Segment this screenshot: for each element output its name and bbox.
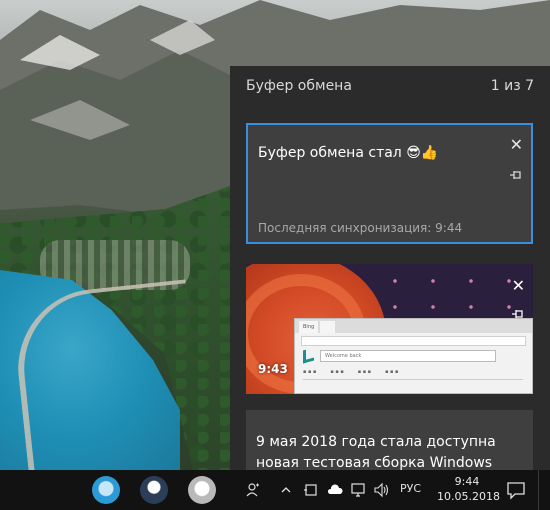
bing-menu-item: ▪ ▪ ▪ xyxy=(357,369,372,375)
clipboard-item-text-content: 9 мая 2018 года стала доступна новая тес… xyxy=(256,434,496,470)
close-icon[interactable]: ✕ xyxy=(512,278,525,294)
clipboard-header: Буфер обмена 1 из 7 xyxy=(230,66,550,108)
clipboard-counter: 1 из 7 xyxy=(490,78,534,94)
browser-address-bar xyxy=(301,336,526,346)
bing-divider xyxy=(303,379,523,380)
notification-icon[interactable] xyxy=(505,480,527,500)
clipboard-item-text[interactable]: 9 мая 2018 года стала доступна новая тес… xyxy=(246,410,533,470)
clipboard-sync-label: Последняя синхронизация: 9:44 xyxy=(258,221,463,235)
show-desktop-strip[interactable] xyxy=(538,470,539,510)
browser-tabs: Bing xyxy=(295,319,532,333)
bing-logo xyxy=(303,347,314,364)
clipboard-item-text[interactable]: Буфер обмена стал 😎👍 ✕ Последняя синхрон… xyxy=(246,123,533,244)
browser-tab: Bing xyxy=(299,321,319,333)
language-indicator[interactable]: РУС xyxy=(400,482,421,495)
people-icon[interactable] xyxy=(244,481,262,499)
pin-icon[interactable] xyxy=(509,169,523,181)
taskbar-app-icon[interactable] xyxy=(140,476,168,504)
bing-row: Welcome back xyxy=(303,347,496,364)
taskbar: РУС 9:44 10.05.2018 xyxy=(0,470,550,510)
taskbar-app-icon[interactable] xyxy=(92,476,120,504)
network-icon[interactable] xyxy=(350,481,366,499)
image-browser-window: Bing Welcome back ▪ ▪ ▪ ▪ ▪ ▪ ▪ ▪ ▪ ▪ ▪ … xyxy=(294,318,533,394)
cloud-icon[interactable] xyxy=(326,481,344,499)
bing-search-box: Welcome back xyxy=(320,349,496,362)
taskbar-app-icon[interactable] xyxy=(188,476,216,504)
pin-icon[interactable] xyxy=(511,308,525,320)
taskbar-clock[interactable]: 9:44 10.05.2018 xyxy=(437,474,500,504)
clipboard-item-time: 9:43 xyxy=(258,362,288,376)
clipboard-item-text-content: Буфер обмена стал 😎👍 xyxy=(258,145,439,161)
clock-date: 10.05.2018 xyxy=(437,490,500,503)
tablet-icon[interactable] xyxy=(303,481,319,499)
bing-menu: ▪ ▪ ▪ ▪ ▪ ▪ ▪ ▪ ▪ ▪ ▪ ▪ xyxy=(303,369,398,375)
volume-icon[interactable] xyxy=(373,481,391,499)
bing-menu-item: ▪ ▪ ▪ xyxy=(330,369,344,375)
close-icon[interactable]: ✕ xyxy=(510,137,523,153)
browser-tab xyxy=(320,321,335,333)
bing-menu-item: ▪ ▪ ▪ xyxy=(385,369,399,375)
clipboard-title: Буфер обмена xyxy=(246,78,352,94)
clock-time: 9:44 xyxy=(454,475,480,488)
clipboard-item-image[interactable]: Bing Welcome back ▪ ▪ ▪ ▪ ▪ ▪ ▪ ▪ ▪ ▪ ▪ … xyxy=(246,264,533,394)
bing-menu-item: ▪ ▪ ▪ xyxy=(303,369,317,375)
image-dots xyxy=(366,264,533,324)
chevron-up-icon[interactable] xyxy=(280,481,292,499)
clipboard-panel: Буфер обмена 1 из 7 Буфер обмена стал 😎👍… xyxy=(230,66,550,470)
